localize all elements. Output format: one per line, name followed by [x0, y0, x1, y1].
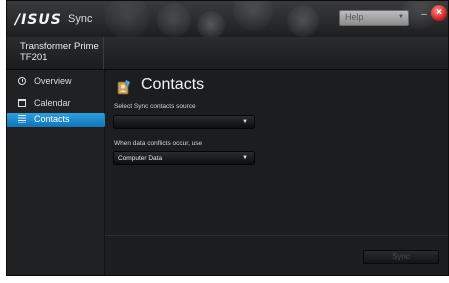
bokeh-decoration	[105, 1, 149, 37]
asus-logo: /ISUS	[15, 12, 62, 28]
conflict-resolution-select[interactable]: Computer Data ▼	[113, 151, 255, 165]
sidebar-item-label: Calendar	[34, 98, 71, 108]
help-dropdown[interactable]: Help ▼	[339, 10, 409, 26]
sidebar: Overview Calendar Contacts	[7, 70, 110, 275]
page-title: Contacts	[141, 76, 205, 93]
bokeh-decoration	[157, 3, 191, 37]
chevron-down-icon: ▼	[242, 119, 248, 125]
sidebar-item-calendar[interactable]: Calendar	[7, 97, 104, 111]
sidebar-item-label: Contacts	[34, 114, 70, 124]
app-name: Sync	[68, 13, 93, 25]
sidebar-item-overview[interactable]: Overview	[7, 75, 104, 89]
chevron-down-icon: ▼	[242, 155, 248, 161]
bokeh-decoration	[233, 1, 273, 31]
sync-button[interactable]: Sync	[363, 250, 439, 264]
sidebar-item-label: Overview	[34, 76, 72, 86]
contacts-icon	[117, 79, 131, 95]
contacts-source-select[interactable]: ▼	[113, 115, 255, 129]
conflict-resolution-value: Computer Data	[118, 155, 163, 162]
asus-sync-window: /ISUS Sync Help ▼ – × Transformer Prime …	[6, 0, 449, 276]
chevron-down-icon: ▼	[398, 14, 404, 20]
device-model: Transformer Prime	[20, 41, 99, 52]
device-id: TF201	[20, 52, 48, 63]
device-header: Transformer Prime TF201	[7, 37, 448, 70]
bokeh-decoration	[197, 11, 225, 37]
bokeh-decoration	[287, 5, 319, 37]
header-divider	[103, 37, 104, 69]
close-button[interactable]: ×	[431, 5, 447, 21]
footer-divider	[105, 235, 448, 236]
minimize-button[interactable]: –	[419, 9, 429, 23]
contacts-list-icon	[18, 115, 26, 123]
contacts-panel: Contacts Select Sync contacts source ▼ W…	[105, 70, 448, 275]
source-label: Select Sync contacts source	[114, 103, 196, 110]
title-bar: /ISUS Sync Help ▼ – ×	[7, 1, 448, 37]
info-icon	[18, 77, 26, 85]
sidebar-item-contacts[interactable]: Contacts	[7, 113, 110, 127]
help-dropdown-value: Help	[345, 12, 364, 22]
calendar-icon	[18, 99, 26, 107]
conflict-label: When data conflicts occur, use	[114, 140, 203, 147]
